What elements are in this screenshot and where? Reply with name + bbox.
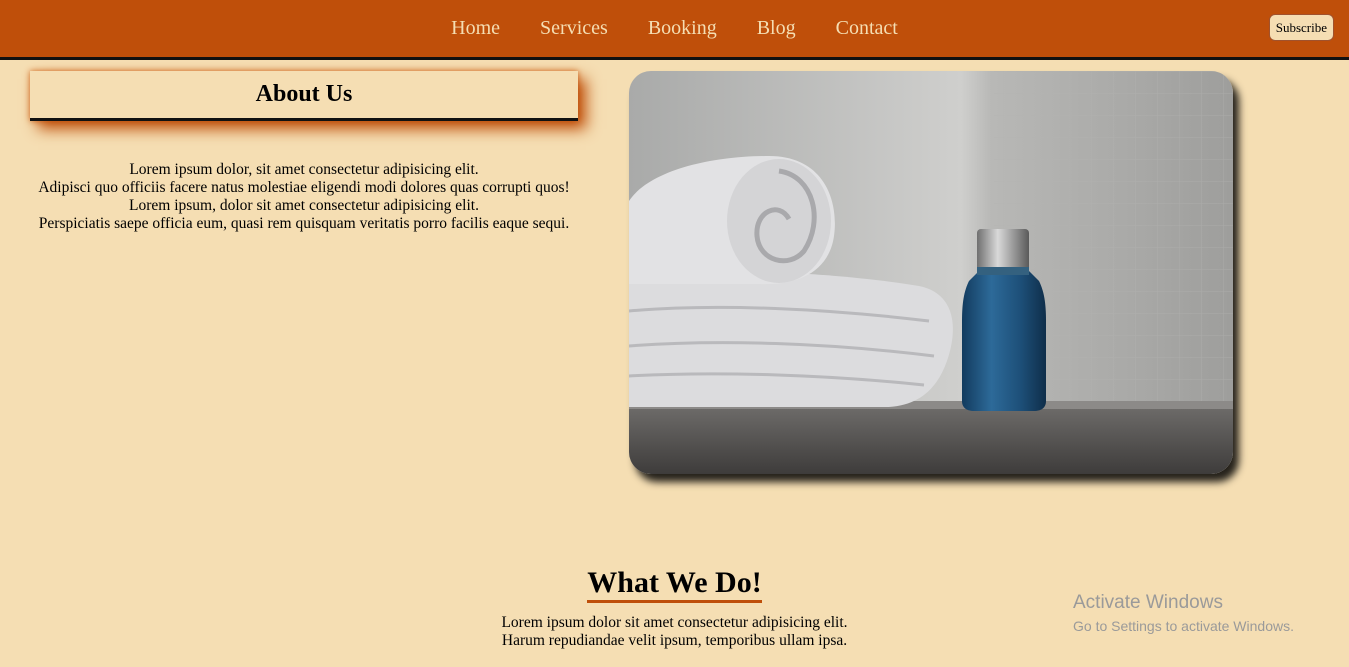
- subscribe-button[interactable]: Subscribe: [1268, 14, 1334, 41]
- what-we-do-title: What We Do!: [587, 566, 762, 603]
- about-heading-box: About Us: [30, 71, 578, 121]
- nav-links: Home Services Booking Blog Contact: [0, 0, 1349, 57]
- watermark-title: Activate Windows: [1073, 592, 1223, 613]
- towel-and-bottle-photo: [629, 71, 1233, 474]
- watermark-subtitle: Go to Settings to activate Windows.: [1073, 618, 1294, 634]
- about-text-line: Adipisci quo officiis facere natus moles…: [38, 179, 570, 196]
- about-text-line: Perspiciatis saepe officia eum, quasi re…: [38, 215, 570, 232]
- nav-link-contact[interactable]: Contact: [816, 17, 918, 40]
- navbar: Home Services Booking Blog Contact Subsc…: [0, 0, 1349, 60]
- about-text: Lorem ipsum dolor, sit amet consectetur …: [30, 161, 578, 233]
- nav-link-blog[interactable]: Blog: [737, 17, 816, 40]
- nav-link-services[interactable]: Services: [520, 17, 628, 40]
- activate-windows-watermark: Activate Windows Go to Settings to activ…: [1073, 592, 1294, 635]
- about-title: About Us: [255, 81, 353, 107]
- about-text-line: Lorem ipsum, dolor sit amet consectetur …: [129, 197, 479, 214]
- nav-link-home[interactable]: Home: [431, 17, 520, 40]
- nav-link-booking[interactable]: Booking: [628, 17, 737, 40]
- about-text-line: Lorem ipsum dolor, sit amet consectetur …: [129, 161, 479, 178]
